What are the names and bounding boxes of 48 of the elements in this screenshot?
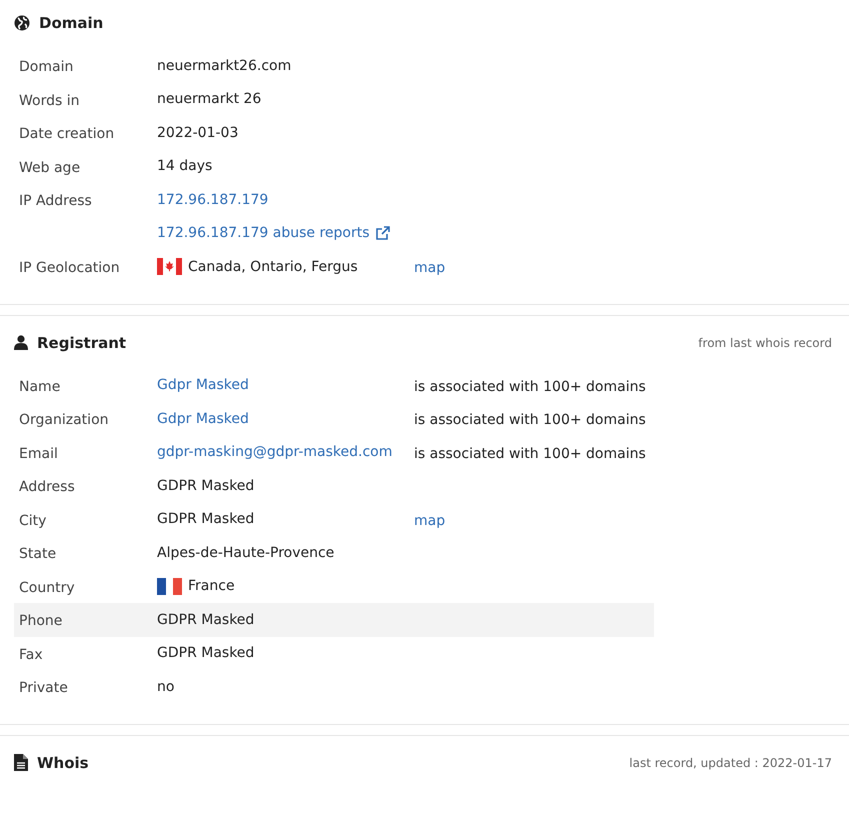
section-title: Whois — [37, 754, 89, 772]
field-value: 14 days — [157, 158, 212, 174]
field-value: Alpes-de-Haute-Provence — [157, 544, 334, 561]
field-value: GDPR Masked — [157, 645, 254, 662]
field-label: Domain — [19, 59, 74, 76]
field-value: Canada, Ontario, Fergus — [188, 258, 358, 275]
link[interactable]: Gdpr Masked — [157, 377, 249, 394]
field-label: Date creation — [19, 126, 114, 142]
link[interactable]: 172.96.187.179 abuse reports — [157, 225, 370, 242]
note-text: is associated with 100+ domains — [414, 378, 646, 395]
note-text: is associated with 100+ domains — [414, 446, 646, 462]
field-label: Fax — [19, 646, 43, 663]
field-label: Organization — [19, 412, 109, 428]
link[interactable]: map — [414, 260, 446, 276]
field-value: France — [188, 578, 235, 594]
field-label: State — [19, 546, 56, 562]
field-value: neuermarkt26.com — [157, 58, 292, 74]
note-text: is associated with 100+ domains — [414, 412, 646, 428]
field-label: Email — [19, 446, 58, 462]
document-icon — [14, 754, 28, 771]
field-label: City — [19, 512, 46, 529]
flag-icon — [157, 258, 182, 276]
flag-icon — [157, 578, 182, 595]
link[interactable]: gdpr-masking@gdpr-masked.com — [157, 444, 392, 460]
field-label: Name — [19, 378, 60, 395]
globe-icon — [14, 15, 30, 31]
field-label: Words in — [19, 92, 80, 109]
link[interactable]: 172.96.187.179 — [157, 192, 268, 208]
field-value: no — [157, 678, 174, 695]
section-note: last record, updated : 2022-01-17 — [629, 756, 832, 770]
field-label: Country — [19, 580, 75, 596]
field-label: Web age — [19, 160, 80, 176]
field-value: 2022-01-03 — [157, 124, 238, 141]
section-note: from last whois record — [698, 336, 832, 350]
field-value: GDPR Masked — [157, 612, 254, 628]
section-title: Registrant — [37, 334, 126, 352]
field-label: Address — [19, 479, 75, 496]
user-icon — [14, 335, 28, 350]
field-label: Phone — [19, 613, 62, 630]
section-title: Domain — [39, 14, 104, 32]
field-value: neuermarkt 26 — [157, 91, 262, 108]
field-value: GDPR Masked — [157, 511, 254, 528]
field-label: IP Geolocation — [19, 260, 120, 276]
field-label: Private — [19, 680, 68, 696]
link[interactable]: map — [414, 512, 446, 529]
field-value: GDPR Masked — [157, 478, 254, 494]
link[interactable]: Gdpr Masked — [157, 410, 249, 427]
field-label: IP Address — [19, 193, 92, 210]
